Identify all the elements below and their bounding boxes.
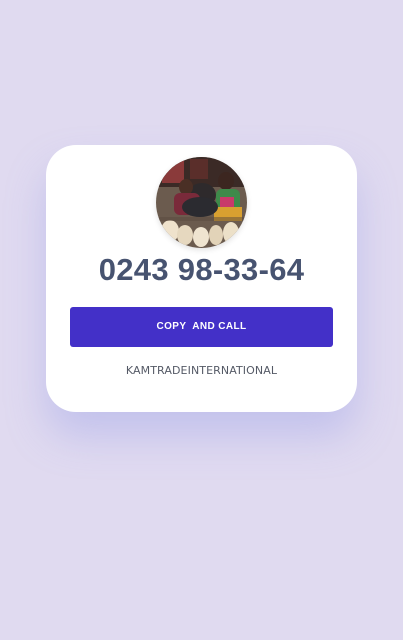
avatar [156,157,247,248]
avatar-photo [156,157,247,248]
company-name: KAMTRADEINTERNATIONAL [125,364,278,377]
phone-number: 0243 98-33-64 [98,252,305,287]
contact-card: 0243 98-33-64 COPY AND CALL KAMTRADEINTE… [46,145,357,412]
copy-and-call-button[interactable]: COPY AND CALL [70,307,333,347]
